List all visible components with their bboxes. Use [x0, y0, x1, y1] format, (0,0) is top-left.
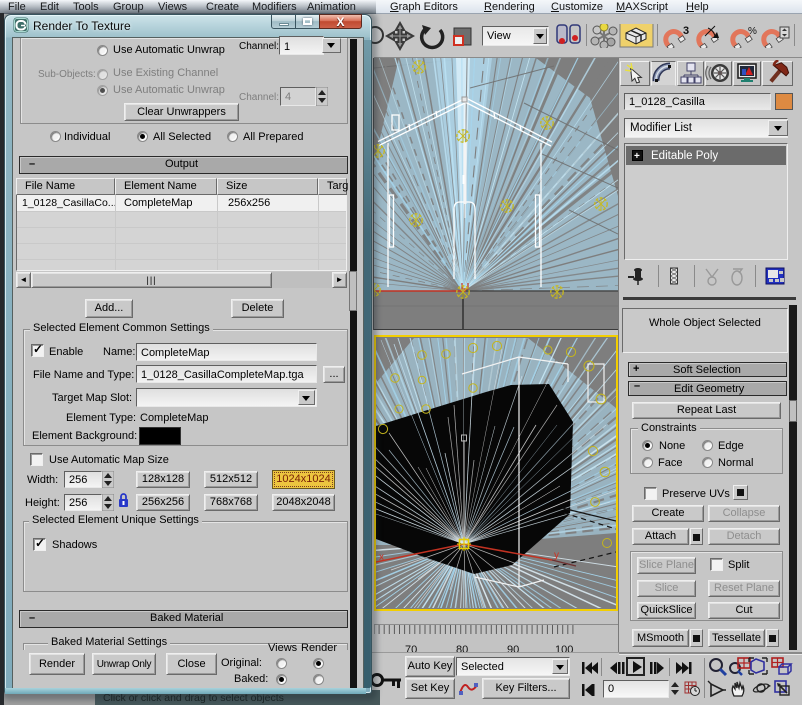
svg-text:3: 3 — [683, 25, 689, 37]
svg-text:y: y — [554, 550, 559, 561]
svg-text:%: % — [748, 26, 757, 37]
svg-text:x: x — [379, 552, 384, 563]
